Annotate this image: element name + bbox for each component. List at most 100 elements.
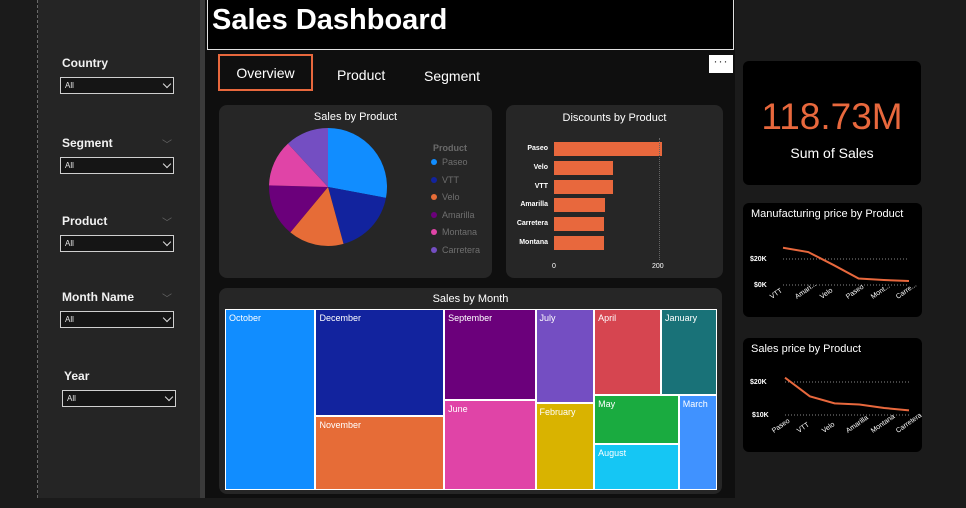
kpi-label: Sum of Sales — [790, 145, 874, 161]
series-line[interactable] — [784, 376, 910, 412]
filter-label-segment: Segment — [62, 136, 113, 150]
treemap-cell-february[interactable]: February — [535, 403, 595, 490]
legend-item[interactable]: VTT — [431, 175, 459, 185]
more-options-button[interactable]: ··· — [709, 55, 733, 73]
bar-label: Velo — [533, 163, 548, 171]
treemap-cell-june[interactable]: June — [444, 400, 536, 490]
chevron-down-icon[interactable]: ﹀ — [162, 214, 172, 229]
year-dropdown-value: All — [67, 394, 76, 403]
treemap-cell-august[interactable]: August — [594, 444, 679, 490]
page-title: Sales Dashboard — [212, 4, 448, 36]
legend-dot-icon — [431, 247, 437, 253]
bar-velo[interactable] — [554, 160, 614, 175]
tab-product[interactable]: Product — [337, 67, 385, 83]
treemap-cell-label: June — [448, 404, 468, 415]
bar-carretera[interactable] — [554, 217, 604, 232]
treemap-cell-january[interactable]: January — [661, 309, 717, 396]
treemap-cell-label: August — [598, 448, 627, 459]
sales-by-month-card: Sales by Month October December November Se… — [219, 288, 722, 494]
title-box: Sales Dashboard — [207, 0, 734, 50]
sales-price-line-chart[interactable] — [743, 338, 922, 452]
filter-label-product: Product — [62, 214, 108, 228]
legend-dot-icon — [431, 194, 437, 201]
chevron-down-icon — [162, 237, 172, 247]
country-dropdown-value: All — [65, 81, 74, 90]
pie-slice-paseo[interactable] — [328, 128, 387, 198]
treemap-cell-september[interactable]: September — [444, 309, 536, 401]
legend-item[interactable]: Amarilla — [431, 210, 475, 220]
legend-label: Paseo — [442, 157, 468, 167]
legend-label: Amarilla — [442, 209, 475, 220]
discounts-by-product-card: Discounts by Product Paseo Velo VTT Amarill… — [506, 105, 723, 278]
year-dropdown[interactable]: All — [62, 390, 176, 407]
sales-price-card: Sales price by Product $20K $10K Paseo VT… — [743, 338, 923, 452]
bar-label: Montana — [519, 239, 548, 246]
legend-dot-icon — [431, 229, 437, 236]
legend-dot-icon — [431, 159, 437, 165]
treemap-cell-december[interactable]: December — [315, 309, 445, 417]
manufacturing-price-card: Manufacturing price by Product $20K $0K … — [743, 203, 922, 317]
treemap-cell-label: September — [448, 313, 493, 323]
month-name-dropdown[interactable]: All — [60, 311, 174, 328]
legend-label: Velo — [442, 192, 460, 203]
filter-label-year: Year — [64, 369, 90, 383]
treemap-cell-label: March — [682, 399, 708, 410]
treemap-cell-label: December — [319, 313, 361, 323]
chevron-down-icon — [162, 79, 172, 89]
treemap-cell-label: April — [598, 313, 617, 323]
legend-item[interactable]: Paseo — [431, 157, 468, 167]
x-tick: 200 — [652, 263, 664, 270]
tab-segment[interactable]: Segment — [424, 68, 480, 84]
legend-label: Montana — [442, 227, 478, 238]
series-line[interactable] — [782, 246, 910, 282]
chevron-down-icon — [164, 392, 174, 402]
bar-label: Amarilla — [520, 201, 548, 209]
sales-by-product-card: Sales by Product Product Paseo VTT Velo Ama… — [219, 105, 492, 278]
treemap-cell-label: February — [539, 407, 576, 418]
treemap-cell-label: January — [665, 313, 698, 323]
legend-label: Carretera — [442, 245, 481, 255]
bar-vtt[interactable] — [554, 179, 614, 194]
month-name-dropdown-value: All — [65, 315, 74, 324]
legend-item[interactable]: Carretera — [431, 245, 480, 255]
gridline — [659, 138, 660, 260]
chevron-down-icon — [162, 159, 172, 169]
treemap-cell-october[interactable]: October — [225, 309, 316, 490]
chevron-down-icon[interactable]: ﹀ — [162, 136, 172, 151]
legend-title: Product — [433, 143, 468, 153]
treemap-cell-label: July — [539, 313, 556, 323]
chart-title: Discounts by Product — [562, 112, 667, 124]
country-dropdown[interactable]: All — [60, 77, 174, 94]
tab-overview[interactable]: Overview — [218, 54, 313, 91]
kpi-card[interactable]: 118.73M Sum of Sales — [743, 61, 921, 185]
filter-pane: Country All Segment ﹀ All Product ﹀ All … — [38, 0, 200, 498]
manufacturing-price-line-chart[interactable] — [743, 203, 922, 317]
treemap-cell-may[interactable]: May — [594, 395, 679, 445]
chart-title: Sales by Month — [432, 293, 509, 305]
treemap-cell-april[interactable]: April — [594, 309, 662, 396]
filter-label-month-name: Month Name — [62, 290, 134, 304]
bar-amarilla[interactable] — [554, 198, 605, 213]
treemap-cell-november[interactable]: November — [315, 416, 445, 490]
treemap-cell-label: May — [598, 399, 616, 410]
treemap-cell-march[interactable]: March — [678, 395, 717, 490]
treemap-cell-label: November — [319, 420, 361, 431]
bar-label: Carretera — [516, 220, 548, 228]
treemap-cell-label: October — [229, 313, 262, 323]
segment-dropdown[interactable]: All — [60, 157, 174, 174]
tab-overview-label: Overview — [236, 64, 295, 81]
legend-dot-icon — [431, 211, 437, 218]
legend-label: VTT — [442, 174, 459, 185]
bar-paseo[interactable] — [554, 142, 662, 156]
legend-item[interactable]: Velo — [431, 192, 460, 202]
product-dropdown[interactable]: All — [60, 235, 174, 252]
kpi-value: 118.73M — [761, 96, 903, 137]
product-dropdown-value: All — [65, 239, 74, 248]
chevron-down-icon[interactable]: ﹀ — [162, 290, 172, 305]
bar-label: VTT — [534, 182, 548, 190]
segment-dropdown-value: All — [65, 161, 74, 170]
bar-montana[interactable] — [554, 236, 604, 250]
legend-item[interactable]: Montana — [431, 227, 477, 237]
treemap-cell-july[interactable]: July — [535, 309, 595, 404]
bar-label: Paseo — [527, 145, 548, 152]
